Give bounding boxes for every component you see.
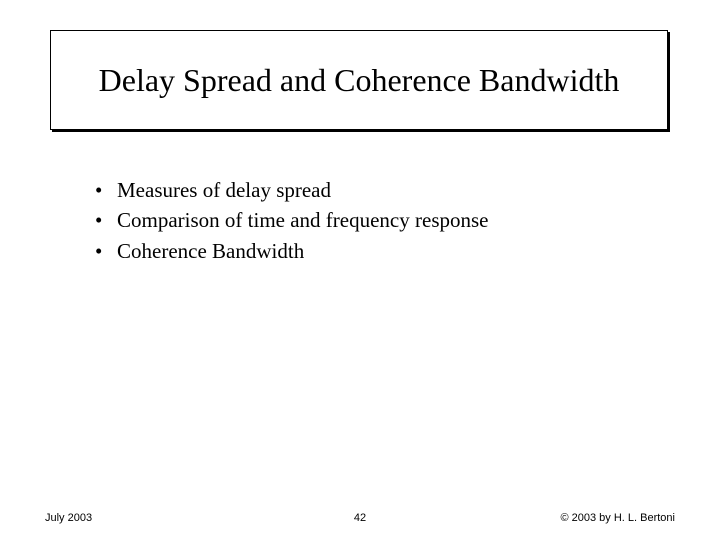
bullet-icon: •: [95, 175, 117, 205]
bullet-text: Measures of delay spread: [117, 175, 331, 205]
bullet-text: Comparison of time and frequency respons…: [117, 205, 488, 235]
bullet-icon: •: [95, 205, 117, 235]
title-box: Delay Spread and Coherence Bandwidth: [50, 30, 668, 130]
list-item: • Comparison of time and frequency respo…: [95, 205, 488, 235]
list-item: • Measures of delay spread: [95, 175, 488, 205]
bullet-list: • Measures of delay spread • Comparison …: [95, 175, 488, 266]
bullet-text: Coherence Bandwidth: [117, 236, 304, 266]
list-item: • Coherence Bandwidth: [95, 236, 488, 266]
slide-title: Delay Spread and Coherence Bandwidth: [99, 60, 620, 100]
footer-copyright: © 2003 by H. L. Bertoni: [560, 512, 675, 524]
bullet-icon: •: [95, 236, 117, 266]
